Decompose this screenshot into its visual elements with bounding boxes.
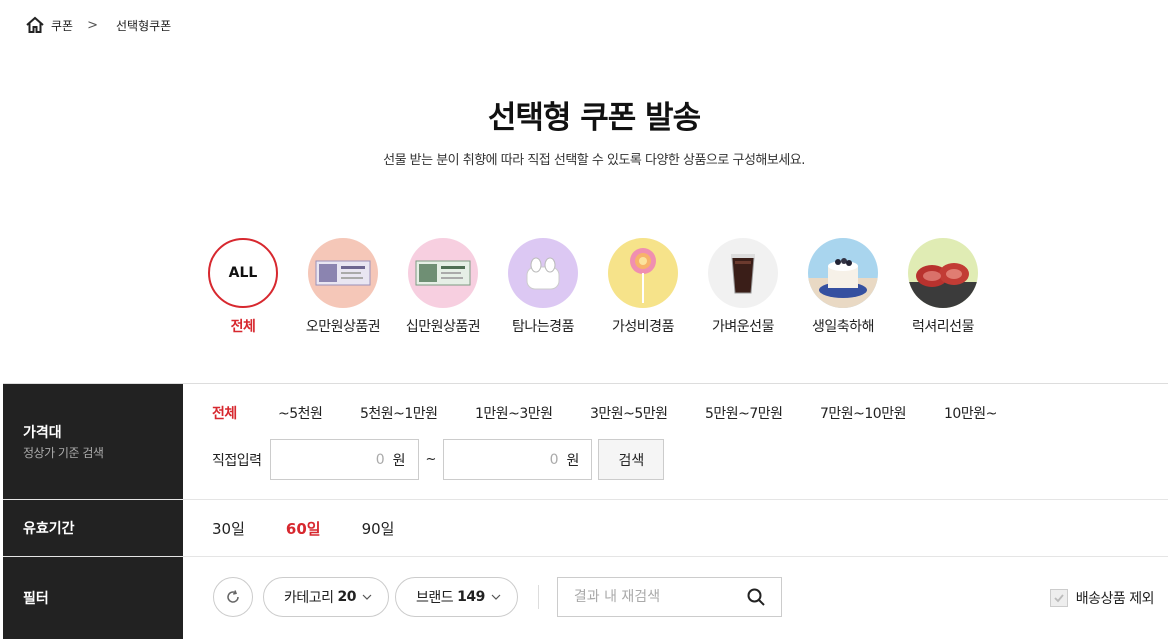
- price-filter-row: 가격대 정상가 기준 검색 전체 ~5천원 5천원~1만원 1만원~3만원 3만…: [3, 384, 1168, 500]
- currency-unit: 원: [566, 452, 580, 469]
- refresh-button[interactable]: [213, 577, 253, 617]
- steak-image: [908, 238, 978, 308]
- price-options: 전체 ~5천원 5천원~1만원 1만원~3만원 3만원~5만원 5만원~7만원 …: [212, 403, 1004, 423]
- category-label: 생일축하해: [812, 319, 874, 335]
- filter-heading-label: 필터: [23, 591, 49, 607]
- filter-body: 카테고리 20 브랜드 149 배송상품: [183, 557, 1168, 639]
- period-options: 30일 60일 90일: [212, 518, 435, 539]
- category-luxury[interactable]: 럭셔리선물: [893, 238, 993, 336]
- price-option[interactable]: 5천원~1만원: [360, 403, 475, 423]
- filter-bar: 카테고리 20 브랜드 149: [213, 577, 782, 617]
- category-all-badge: ALL: [208, 238, 278, 308]
- filter-table: 가격대 정상가 기준 검색 전체 ~5천원 5천원~1만원 1만원~3만원 3만…: [3, 383, 1168, 639]
- price-filter-body: 전체 ~5천원 5천원~1만원 1만원~3만원 3만원~5만원 5만원~7만원 …: [183, 384, 1168, 499]
- range-separator: ~: [425, 452, 437, 467]
- breadcrumb-item-current: 선택형쿠폰: [116, 18, 172, 33]
- gift-voucher-50000-image: [308, 238, 378, 308]
- category-label: 가성비경품: [612, 319, 674, 335]
- price-direct-input: 직접입력 0 원 ~ 0 원 검색: [212, 439, 665, 480]
- checkmark-icon: [1054, 594, 1064, 603]
- category-label: 탐나는경품: [512, 319, 574, 335]
- breadcrumb: 쿠폰 > 선택형쿠폰: [25, 14, 171, 36]
- category-100000-voucher[interactable]: 십만원상품권: [393, 238, 493, 336]
- category-count: 20: [337, 589, 357, 605]
- exclude-delivery-label: 배송상품 제외: [1075, 591, 1155, 607]
- exclude-delivery-checkbox[interactable]: [1049, 589, 1068, 607]
- lollipop-image: [608, 238, 678, 308]
- divider: [537, 585, 539, 609]
- currency-unit: 원: [392, 452, 406, 469]
- chevron-down-icon: [362, 594, 372, 600]
- result-search-input[interactable]: [573, 589, 734, 605]
- filter-heading: 필터: [3, 557, 183, 639]
- min-price-value: 0: [375, 451, 385, 468]
- period-filter-row: 유효기간 30일 60일 90일: [3, 500, 1168, 557]
- max-price-field[interactable]: 0 원: [443, 439, 593, 480]
- category-50000-voucher[interactable]: 오만원상품권: [293, 238, 393, 336]
- direct-input-label: 직접입력: [212, 452, 262, 469]
- price-option[interactable]: 5만원~7만원: [705, 403, 820, 423]
- category-list: ALL 전체 오만원상품권 십만원상품권 탐나는경품 가성비경품 가벼운선물 생…: [193, 238, 993, 336]
- exclude-delivery-toggle[interactable]: 배송상품 제외: [1049, 588, 1155, 608]
- cake-image: [808, 238, 878, 308]
- category-dropdown-label: 카테고리: [284, 590, 334, 606]
- category-label: 전체: [230, 319, 256, 335]
- filter-row: 필터 카테고리 20 브랜드 149 결과 내 재검색 배송상품 제외: [3, 557, 1168, 639]
- price-option[interactable]: 7만원~10만원: [820, 403, 944, 423]
- earbuds-image: [508, 238, 578, 308]
- price-heading-label: 가격대: [23, 425, 62, 441]
- breadcrumb-separator: >: [87, 17, 98, 33]
- search-icon[interactable]: [747, 588, 765, 606]
- price-option[interactable]: 10만원~: [944, 403, 1004, 423]
- result-search-box: [556, 577, 782, 617]
- brand-dropdown[interactable]: 브랜드 149: [395, 577, 518, 617]
- category-dropdown[interactable]: 카테고리 20: [263, 577, 390, 617]
- price-heading-sub: 정상가 기준 검색: [23, 446, 104, 460]
- home-icon[interactable]: [25, 15, 45, 35]
- price-option-all[interactable]: 전체: [212, 403, 278, 423]
- price-filter-heading: 가격대 정상가 기준 검색: [3, 384, 183, 499]
- brand-count: 149: [457, 589, 485, 605]
- iced-coffee-image: [708, 238, 778, 308]
- gift-voucher-100000-image: [408, 238, 478, 308]
- category-birthday[interactable]: 생일축하해: [793, 238, 893, 336]
- price-option[interactable]: ~5천원: [278, 403, 360, 423]
- period-heading-label: 유효기간: [23, 521, 75, 537]
- price-search-button[interactable]: 검색: [598, 439, 665, 480]
- category-label: 가벼운선물: [712, 319, 774, 335]
- period-option-60[interactable]: 60일: [286, 518, 321, 539]
- chevron-down-icon: [491, 594, 501, 600]
- category-all[interactable]: ALL 전체: [193, 238, 293, 336]
- page-subtitle: 선물 받는 분이 취향에 따라 직접 선택할 수 있도록 다양한 상품으로 구성…: [383, 153, 805, 168]
- period-option-90[interactable]: 90일: [362, 518, 395, 539]
- breadcrumb-item-coupon[interactable]: 쿠폰: [51, 17, 73, 34]
- period-filter-body: 30일 60일 90일: [183, 500, 1168, 556]
- max-price-value: 0: [549, 451, 559, 468]
- page-title: 선택형 쿠폰 발송: [487, 100, 701, 136]
- category-label: 오만원상품권: [305, 319, 381, 335]
- price-option[interactable]: 1만원~3만원: [475, 403, 590, 423]
- category-value-prizes[interactable]: 가성비경품: [593, 238, 693, 336]
- category-light-gifts[interactable]: 가벼운선물: [693, 238, 793, 336]
- period-filter-heading: 유효기간: [3, 500, 183, 556]
- category-premium-prizes[interactable]: 탐나는경품: [493, 238, 593, 336]
- period-option-30[interactable]: 30일: [212, 518, 245, 539]
- refresh-icon: [227, 590, 239, 603]
- min-price-field[interactable]: 0 원: [269, 439, 419, 480]
- brand-dropdown-label: 브랜드: [416, 590, 454, 606]
- category-label: 럭셔리선물: [912, 319, 974, 335]
- price-option[interactable]: 3만원~5만원: [590, 403, 705, 423]
- category-label: 십만원상품권: [405, 319, 481, 335]
